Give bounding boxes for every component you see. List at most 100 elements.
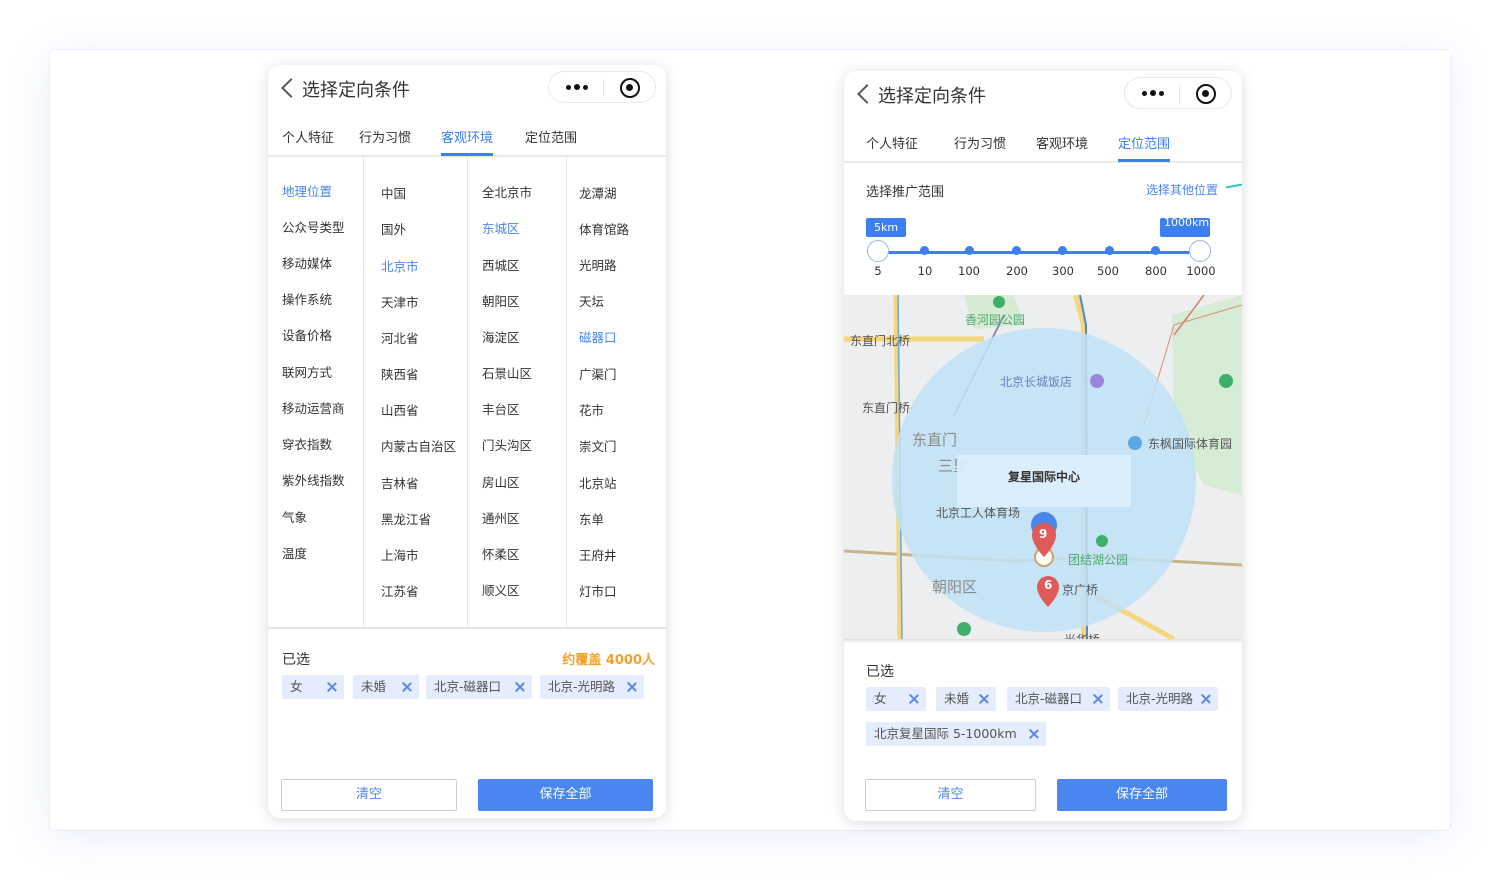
list-item[interactable]: 黑龙江省 [381, 509, 431, 528]
list-item[interactable]: 丰台区 [482, 399, 520, 418]
remove-icon[interactable] [401, 681, 413, 693]
slider-max-thumb[interactable] [1189, 240, 1211, 262]
list-item[interactable]: 中国 [381, 183, 406, 202]
list-item[interactable]: 设备价格 [282, 325, 332, 344]
chip-label: 北京复星国际 5-1000km [874, 726, 1017, 741]
list-item[interactable]: 光明路 [579, 255, 617, 274]
tab-personal[interactable]: 个人特征 [866, 133, 918, 152]
more-icon[interactable] [1142, 87, 1164, 99]
remove-icon[interactable] [326, 681, 338, 693]
remove-icon[interactable] [1200, 693, 1212, 705]
tab-location[interactable]: 定位范围 [525, 127, 577, 146]
list-item[interactable]: 广渠门 [579, 364, 617, 383]
mini-program-capsule [548, 71, 656, 103]
slider-min-thumb[interactable] [867, 240, 889, 262]
map-label: 团结湖公园 [1068, 553, 1129, 567]
choose-other-location-link[interactable]: 选择其他位置 [1146, 181, 1218, 198]
tab-environment[interactable]: 客观环境 [441, 127, 494, 156]
list-item[interactable]: 国外 [381, 219, 406, 238]
tab-behavior[interactable]: 行为习惯 [359, 127, 411, 146]
slider-tick[interactable] [1058, 246, 1067, 255]
tab-personal[interactable]: 个人特征 [282, 127, 334, 146]
chip-label: 女 [874, 691, 887, 706]
list-item[interactable]: 崇文门 [579, 436, 617, 455]
slider-tick[interactable] [1012, 246, 1021, 255]
list-item[interactable]: 操作系统 [282, 289, 332, 308]
list-item[interactable]: 体育馆路 [579, 219, 629, 238]
list-item[interactable]: 龙潭湖 [579, 183, 617, 202]
more-icon[interactable] [566, 81, 588, 93]
clear-button[interactable]: 清空 [865, 779, 1036, 811]
list-item[interactable]: 王府井 [579, 545, 617, 564]
list-item[interactable]: 吉林省 [381, 473, 419, 492]
list-item[interactable]: 门头沟区 [482, 435, 532, 454]
tick-label: 500 [1097, 264, 1119, 278]
clear-button[interactable]: 清空 [281, 779, 457, 811]
category-columns: 地理位置 公众号类型 移动媒体 操作系统 设备价格 联网方式 移动运营商 穿衣指… [268, 157, 666, 627]
list-item[interactable]: 上海市 [381, 545, 419, 564]
location-popup[interactable]: 复星国际中心 [957, 455, 1131, 507]
list-item[interactable]: 天坛 [579, 291, 604, 310]
list-item[interactable]: 温度 [282, 543, 307, 562]
section-divider [268, 627, 666, 629]
save-all-button[interactable]: 保存全部 [478, 779, 653, 811]
list-item[interactable]: 房山区 [482, 472, 520, 491]
list-item[interactable]: 紫外线指数 [282, 470, 345, 489]
pin-count-label[interactable]: 6 [1044, 578, 1052, 592]
list-item[interactable]: 怀柔区 [482, 544, 520, 563]
list-item[interactable]: 磁器口 [579, 327, 617, 346]
list-item[interactable]: 陕西省 [381, 364, 419, 383]
remove-icon[interactable] [514, 681, 526, 693]
list-item[interactable]: 全北京市 [482, 182, 532, 201]
phone-left: 选择定向条件 个人特征 行为习惯 客观环境 定位范围 地理位置 公众号类型 移动… [268, 65, 666, 818]
list-item[interactable]: 江苏省 [381, 581, 419, 600]
list-item[interactable]: 花市 [579, 400, 604, 419]
close-target-icon[interactable] [1196, 84, 1216, 104]
list-item[interactable]: 河北省 [381, 328, 419, 347]
chip-label: 女 [290, 679, 303, 694]
slider-tick[interactable] [920, 246, 929, 255]
remove-icon[interactable] [978, 693, 990, 705]
tab-location[interactable]: 定位范围 [1118, 133, 1171, 162]
slider-tick[interactable] [1151, 246, 1160, 255]
list-item[interactable]: 移动媒体 [282, 253, 332, 272]
list-item[interactable]: 天津市 [381, 292, 419, 311]
close-target-icon[interactable] [620, 78, 640, 98]
remove-icon[interactable] [626, 681, 638, 693]
list-item[interactable]: 石景山区 [482, 363, 532, 382]
list-item[interactable]: 顺义区 [482, 580, 520, 599]
list-item[interactable]: 东城区 [482, 218, 520, 237]
tick-label: 5 [874, 264, 882, 278]
column-region: 中国 国外 北京市 天津市 河北省 陕西省 山西省 内蒙古自治区 吉林省 黑龙江… [363, 157, 467, 627]
selected-chip: 女 [866, 687, 926, 711]
tab-behavior[interactable]: 行为习惯 [954, 133, 1006, 152]
slider-tick[interactable] [1105, 246, 1114, 255]
list-item[interactable]: 穿衣指数 [282, 434, 332, 453]
list-item[interactable]: 山西省 [381, 400, 419, 419]
tab-environment[interactable]: 客观环境 [1036, 133, 1088, 152]
list-item[interactable]: 北京站 [579, 473, 617, 492]
list-item[interactable]: 东单 [579, 509, 604, 528]
list-item[interactable]: 公众号类型 [282, 217, 345, 236]
list-item[interactable]: 移动运营商 [282, 398, 345, 417]
remove-icon[interactable] [1028, 728, 1040, 740]
remove-icon[interactable] [1092, 693, 1104, 705]
remove-icon[interactable] [908, 693, 920, 705]
list-item[interactable]: 通州区 [482, 508, 520, 527]
save-all-button[interactable]: 保存全部 [1057, 779, 1227, 811]
back-icon[interactable] [856, 83, 874, 105]
back-icon[interactable] [280, 77, 298, 99]
list-item[interactable]: 北京市 [381, 256, 419, 275]
mini-program-capsule [1124, 77, 1232, 109]
list-item[interactable]: 朝阳区 [482, 291, 520, 310]
list-item[interactable]: 气象 [282, 507, 307, 526]
map-view[interactable]: 香河园公园 东直门北桥 北京长城饭店 东直门桥 东直门 东枫国际体育园 三里 北… [844, 295, 1242, 639]
list-item[interactable]: 地理位置 [282, 181, 332, 200]
list-item[interactable]: 海淀区 [482, 327, 520, 346]
list-item[interactable]: 灯市口 [579, 581, 617, 600]
list-item[interactable]: 西城区 [482, 255, 520, 274]
slider-tick[interactable] [965, 246, 974, 255]
list-item[interactable]: 联网方式 [282, 362, 332, 381]
pin-count-label[interactable]: 9 [1039, 527, 1047, 541]
list-item[interactable]: 内蒙古自治区 [381, 436, 456, 455]
